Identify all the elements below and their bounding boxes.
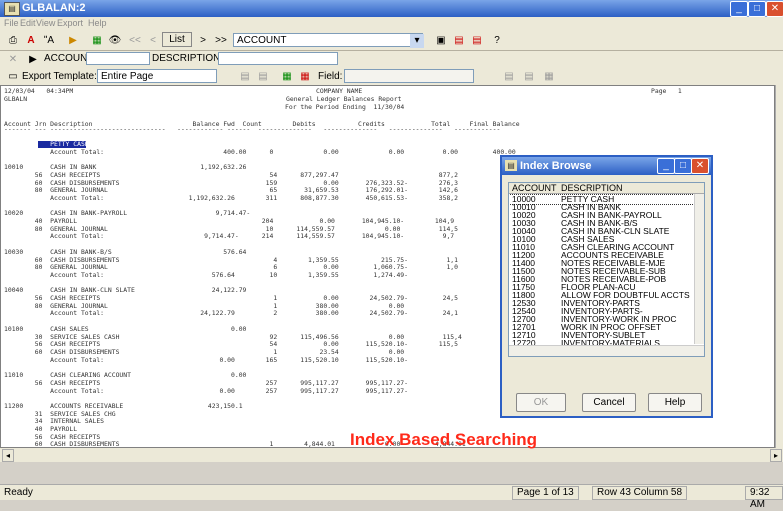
description-label: DESCRIPTION: [152, 53, 224, 64]
report-body: 10000 PETTY CASH 400.00 Account Total: 4… [4, 140, 543, 447]
overlay-caption: Index Based Searching [350, 430, 538, 449]
load-template-icon[interactable]: ▤ [254, 68, 272, 85]
column-rules: ------- --- ----------------------------… [4, 125, 501, 133]
horizontal-scrollbar[interactable]: ◂ ▸ [0, 448, 783, 462]
dialog-app-icon: ▤ [505, 160, 517, 171]
dialog-minimize-button[interactable]: _ [657, 158, 675, 174]
export-template-label: Export Template: [22, 71, 97, 82]
page-indicator: Page 1 of 13 [512, 486, 579, 500]
excel-export-icon[interactable]: ▦ [278, 68, 296, 85]
first-page-button[interactable]: << [126, 32, 144, 49]
export-icon[interactable]: ▶ [64, 32, 82, 49]
dialog-maximize-button[interactable]: □ [674, 158, 692, 174]
index-list[interactable]: ACCOUNT DESCRIPTION 10000 PETTY CASH 10010… [508, 182, 705, 357]
page-number: Page 1 [651, 87, 682, 95]
index-combo[interactable]: ACCOUNT [233, 33, 423, 47]
col-account[interactable]: ACCOUNT [512, 183, 557, 193]
delete-template-icon[interactable]: ▦ [296, 68, 314, 85]
report-icon: ▤ [4, 2, 20, 16]
menu-help[interactable]: Help [88, 18, 107, 28]
window-title: GLBALAN:2 [22, 2, 86, 14]
report-header-left: 12/03/04 04:34PM GLBALN [4, 87, 74, 103]
excel-icon[interactable]: ▦ [88, 32, 106, 49]
field-add-icon[interactable]: ▤ [500, 68, 518, 85]
menu-view[interactable]: View [36, 18, 55, 28]
export-toolbar: ▭ Export Template: Entire Page ▤ ▤ ▦ ▦ F… [0, 67, 783, 86]
cursor-position: Row 43 Column 58 [592, 486, 688, 500]
cancel-button[interactable]: Cancel [582, 393, 636, 412]
status-text: Ready [4, 487, 33, 498]
save-icon[interactable]: ▣ [432, 32, 450, 49]
next-page-button[interactable]: > [194, 32, 212, 49]
template-icon[interactable]: ▭ [4, 68, 22, 85]
find-icon[interactable]: 👁 [106, 32, 124, 49]
print-icon[interactable]: ⎙ [4, 32, 22, 49]
minimize-button[interactable]: _ [730, 1, 748, 17]
report-period: For the Period Ending 11/30/04 [285, 103, 405, 111]
report-line: Account Total: 0.00 257 995,117.27 995,1… [4, 386, 408, 395]
account-input[interactable] [86, 52, 150, 65]
export-template-select[interactable]: Entire Page [97, 69, 217, 83]
main-toolbar: ⎙ A ʺA ▶ ▦ 👁 << < List > >> ACCOUNT ▾ ▣ … [0, 30, 783, 51]
report-line: Account Total: 400.00 0 0.00 0.00 0.00 4… [4, 147, 516, 156]
chevron-down-icon[interactable]: ▾ [410, 34, 424, 48]
save-template-icon[interactable]: ▤ [236, 68, 254, 85]
format-icon[interactable]: ʺA [40, 32, 58, 49]
list-hscrollbar[interactable] [509, 345, 704, 356]
report-line: Account Total: 9,714.47- 214 114,559.57 … [4, 232, 455, 241]
index-browse-dialog: ▤ Index Browse _ □ ✕ ACCOUNT DESCRIPTION… [500, 155, 713, 418]
report-line: Account Total: 24,122.79 2 380.00 24,502… [4, 309, 459, 318]
email-icon[interactable]: ▤ [468, 32, 486, 49]
report-line: Account Total: 576.64 10 1,359.55 1,274.… [4, 270, 408, 279]
list-button[interactable]: List [162, 32, 192, 47]
scroll-right-icon[interactable]: ▸ [770, 449, 782, 462]
last-page-button[interactable]: >> [212, 32, 230, 49]
close-button[interactable]: ✕ [766, 1, 783, 17]
menu-export[interactable]: Export [57, 18, 83, 28]
clock: 9:32 AM [745, 486, 783, 510]
help-icon[interactable]: ? [488, 32, 506, 49]
dialog-title-bar: ▤ Index Browse _ □ ✕ [502, 157, 711, 175]
dialog-close-button[interactable]: ✕ [691, 158, 709, 174]
report-line: Account Total: 0.00 165 115,520.10 115,5… [4, 355, 408, 364]
report-line: Account Total: 1,192,632.26 311 808,877.… [4, 193, 459, 202]
description-input[interactable] [218, 52, 338, 65]
col-description[interactable]: DESCRIPTION [561, 183, 623, 193]
clear-icon[interactable]: ✕ [4, 51, 22, 68]
status-bar: Ready Page 1 of 13 Row 43 Column 58 9:32… [0, 484, 783, 510]
field-label: Field: [318, 71, 343, 82]
help-button[interactable]: Help [648, 393, 702, 412]
title-bar: ▤ GLBALAN:2 _ □ ✕ [0, 0, 783, 17]
menu-file[interactable]: File [4, 18, 19, 28]
list-vscrollbar[interactable] [694, 194, 704, 344]
search-toolbar: ✕ ▶ ACCOUNT: DESCRIPTION: [0, 51, 783, 68]
prev-page-button[interactable]: < [144, 32, 162, 49]
font-icon[interactable]: A [22, 32, 40, 49]
go-icon[interactable]: ▶ [24, 51, 42, 68]
list-header: ACCOUNT DESCRIPTION [509, 183, 704, 194]
vertical-scrollbar[interactable] [775, 85, 783, 448]
field-remove-icon[interactable]: ▤ [520, 68, 538, 85]
dialog-title: Index Browse [520, 160, 592, 172]
menu-bar: File Edit View Export Help [0, 17, 783, 30]
field-select[interactable] [344, 69, 474, 83]
field-grid-icon[interactable]: ▦ [540, 68, 558, 85]
scroll-left-icon[interactable]: ◂ [2, 449, 14, 462]
pdf-icon[interactable]: ▤ [450, 32, 468, 49]
ok-button[interactable]: OK [516, 393, 566, 412]
maximize-button[interactable]: □ [748, 1, 766, 17]
menu-edit[interactable]: Edit [20, 18, 36, 28]
